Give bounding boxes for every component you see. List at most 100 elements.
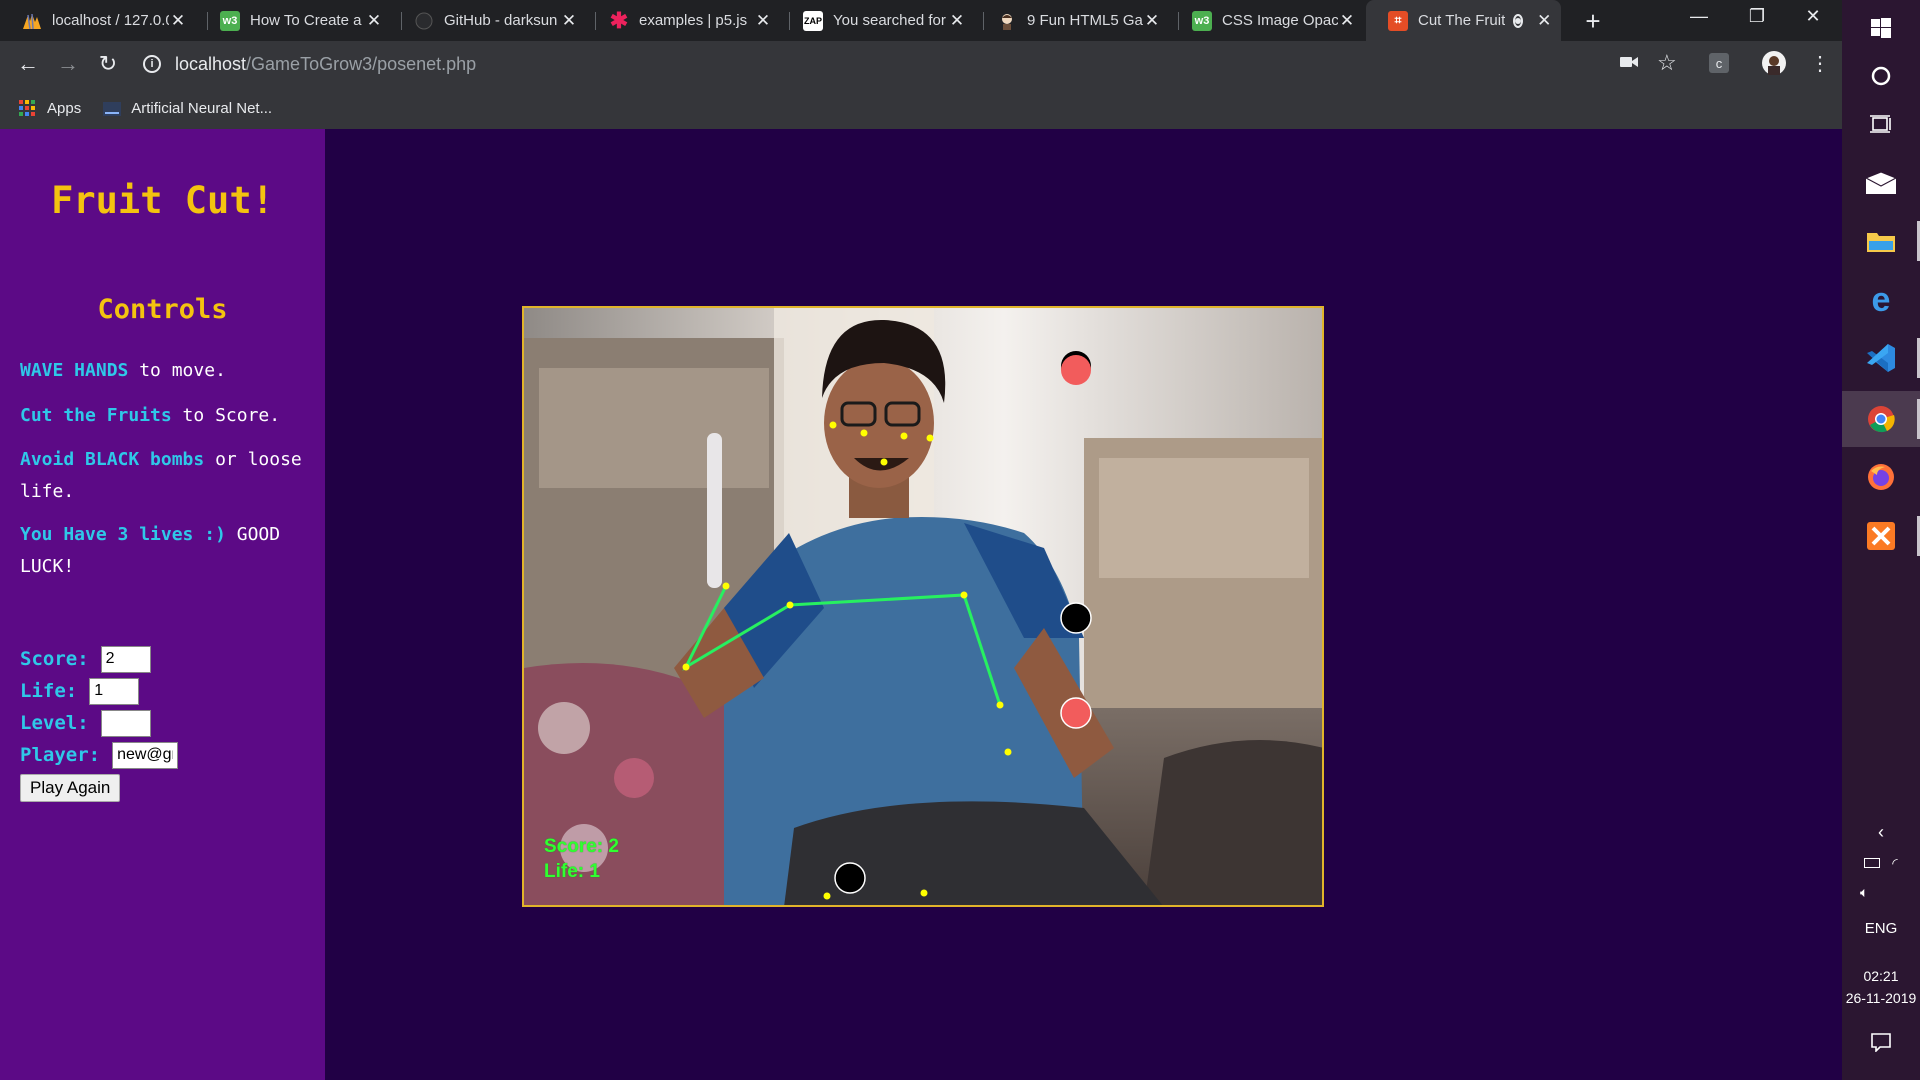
system-tray-icons: ◜ — [1842, 855, 1920, 872]
screen: localhost / 127.0.0 ✕ w3 How To Create a… — [0, 0, 1920, 1080]
close-icon[interactable]: ✕ — [169, 11, 187, 31]
close-icon[interactable]: ✕ — [365, 11, 383, 31]
tab-zap[interactable]: ZAP You searched for ✕ — [781, 0, 974, 41]
battery-icon[interactable] — [1864, 858, 1881, 868]
address-bar[interactable]: i localhost/GameToGrow3/posenet.php — [143, 47, 1623, 81]
keypoint — [880, 458, 888, 466]
menu-dots-icon[interactable]: ⋮ — [1810, 51, 1830, 76]
language-indicator[interactable]: ENG — [1842, 920, 1920, 937]
clock-date[interactable]: 26-11-2019 — [1842, 990, 1920, 1006]
firefox-icon[interactable] — [1842, 449, 1920, 505]
score-label: Score: — [20, 648, 89, 670]
close-icon[interactable]: ✕ — [1535, 11, 1553, 31]
tab-title: How To Create a — [250, 12, 362, 29]
vscode-icon[interactable] — [1842, 330, 1920, 386]
fruit — [1060, 697, 1092, 729]
tab-p5js[interactable]: ✱ examples | p5.js ✕ — [587, 0, 780, 41]
chrome-icon[interactable] — [1842, 391, 1920, 447]
task-view-icon[interactable] — [1842, 96, 1920, 152]
keypoint — [920, 889, 928, 897]
profile-extension-icon[interactable]: c — [1709, 53, 1729, 73]
clock-time[interactable]: 02:21 — [1842, 968, 1920, 984]
play-again-button[interactable]: Play Again — [20, 774, 121, 802]
tab-title: examples | p5.js — [639, 12, 748, 29]
score-field[interactable] — [100, 645, 151, 673]
browser-window: localhost / 127.0.0 ✕ w3 How To Create a… — [0, 0, 1842, 1080]
avatar-icon — [997, 11, 1017, 31]
tab-w3schools-opacity[interactable]: w3 CSS Image Opaci ✕ — [1170, 0, 1364, 41]
web-page: Fruit Cut! Controls WAVE HANDS to move. … — [0, 129, 1842, 1080]
github-icon — [414, 11, 434, 31]
minimize-icon[interactable]: — — [1679, 6, 1719, 27]
zap-icon: ZAP — [803, 10, 823, 31]
instruction-highlight: WAVE HANDS — [20, 360, 129, 381]
edge-icon[interactable]: e — [1842, 272, 1920, 328]
keypoint — [823, 892, 831, 900]
notification-center-icon[interactable] — [1842, 1032, 1920, 1055]
camera-icon[interactable] — [1620, 53, 1638, 74]
tab-cut-the-fruit[interactable]: ⌗ Cut The Fruit ✕ — [1366, 0, 1561, 41]
tab-html5-games[interactable]: 9 Fun HTML5 Ga ✕ — [975, 0, 1169, 41]
control-instruction: WAVE HANDS to move. — [20, 355, 310, 387]
fruit — [1061, 355, 1091, 385]
hud-score: Score: 2 — [544, 836, 619, 857]
close-icon[interactable]: ✕ — [948, 11, 966, 31]
restore-icon[interactable]: ❐ — [1737, 6, 1777, 27]
keypoint — [900, 432, 908, 440]
file-explorer-icon[interactable] — [1842, 213, 1920, 269]
pose-skeleton — [682, 585, 1002, 706]
close-icon[interactable]: ✕ — [560, 11, 578, 31]
bookmark-apps[interactable]: Apps — [19, 99, 82, 118]
bomb — [1060, 602, 1092, 634]
bomb — [834, 862, 866, 894]
player-field[interactable] — [112, 741, 179, 769]
phpmyadmin-icon — [22, 11, 42, 31]
tab-title: CSS Image Opaci — [1222, 12, 1338, 29]
instruction-text: to move. — [128, 360, 226, 381]
close-icon[interactable]: ✕ — [754, 11, 772, 31]
info-icon[interactable]: i — [143, 55, 161, 73]
control-instruction: Avoid BLACK bombs or loose life. — [20, 444, 310, 508]
game-canvas[interactable]: Score: 2 Life: 1 — [522, 306, 1324, 907]
game-sidebar: Fruit Cut! Controls WAVE HANDS to move. … — [0, 129, 325, 1080]
xampp-icon[interactable] — [1842, 508, 1920, 564]
game-overlay — [682, 351, 1092, 900]
keypoint — [960, 591, 968, 599]
forward-icon[interactable]: → — [53, 49, 83, 79]
close-window-icon[interactable]: ✕ — [1793, 6, 1833, 27]
back-icon[interactable]: ← — [13, 49, 43, 79]
close-icon[interactable]: ✕ — [1338, 11, 1356, 31]
keypoint — [722, 582, 730, 590]
control-instruction: You Have 3 lives :) GOOD LUCK! — [20, 519, 310, 583]
life-field[interactable] — [89, 677, 140, 705]
close-icon[interactable]: ✕ — [1143, 11, 1161, 31]
wifi-icon[interactable]: ◜ — [1892, 855, 1897, 871]
level-field[interactable] — [100, 709, 151, 737]
instruction-highlight: Cut the Fruits — [20, 405, 172, 426]
keypoint — [682, 663, 690, 671]
bookmark-label: Apps — [47, 100, 82, 117]
tab-title: Cut The Fruit — [1418, 12, 1506, 29]
windows-taskbar: e ‹ ◜ 🔈︎ ENG 02:21 26-11-2019 — [1842, 0, 1920, 1080]
tab-github[interactable]: GitHub - darksun ✕ — [392, 0, 586, 41]
control-instruction: Cut the Fruits to Score. — [20, 400, 310, 432]
new-tab-button[interactable]: + — [1578, 6, 1608, 37]
tab-phpmyadmin[interactable]: localhost / 127.0.0 ✕ — [0, 0, 195, 41]
mail-icon[interactable] — [1842, 155, 1920, 211]
instruction-text: to Score. — [171, 405, 281, 426]
avatar[interactable] — [1762, 51, 1786, 80]
reload-icon[interactable]: ↻ — [93, 49, 123, 79]
volume-icon[interactable]: 🔈︎ — [1842, 884, 1920, 901]
tab-strip: localhost / 127.0.0 ✕ w3 How To Create a… — [0, 0, 1842, 41]
url-path: /GameToGrow3/posenet.php — [246, 53, 477, 74]
life-row: Life: — [20, 677, 140, 705]
show-hidden-icons-icon[interactable]: ‹ — [1842, 822, 1920, 843]
bookmark-label: Artificial Neural Net... — [131, 100, 273, 117]
bookmark-star-icon[interactable]: ☆ — [1657, 50, 1677, 76]
w3schools-icon: w3 — [220, 10, 240, 31]
keypoint — [996, 701, 1004, 709]
bookmark-neural-net[interactable]: Artificial Neural Net... — [103, 100, 272, 118]
keypoint — [926, 434, 934, 442]
tab-w3schools-create[interactable]: w3 How To Create a ✕ — [198, 0, 391, 41]
level-label: Level: — [20, 712, 89, 734]
